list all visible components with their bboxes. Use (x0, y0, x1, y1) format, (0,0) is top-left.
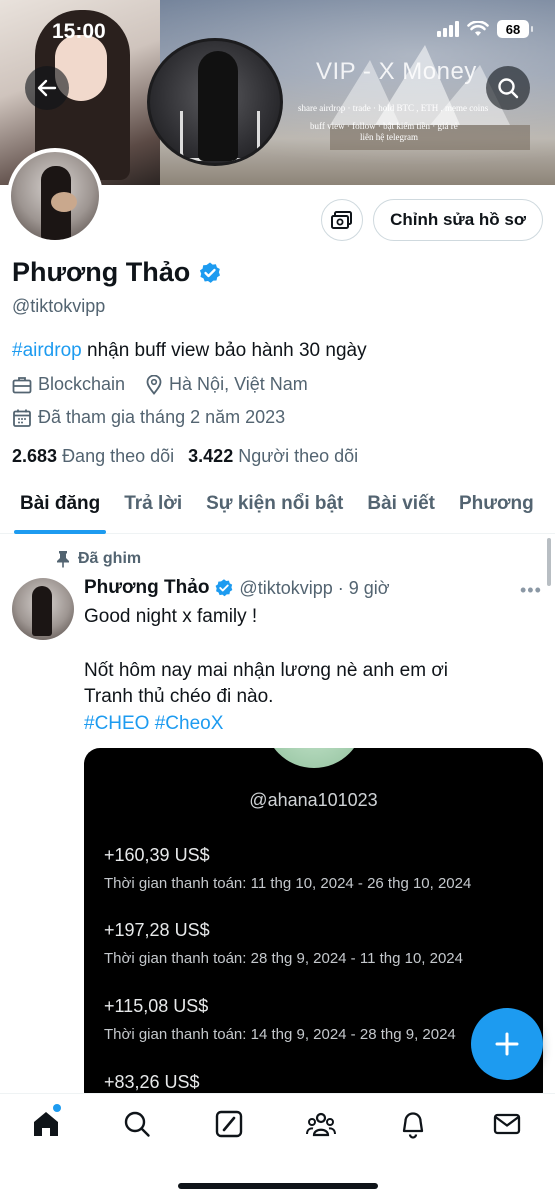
briefcase-icon (12, 376, 32, 393)
status-time: 15:00 (52, 20, 106, 43)
verified-badge-icon (216, 579, 233, 597)
banner-line-2: buff view · follow · bật kiếm tiền · giá… (310, 121, 458, 131)
wifi-icon (467, 21, 489, 36)
scrollbar[interactable] (547, 538, 551, 586)
payment-amount: +197,28 US$ (104, 920, 210, 940)
followers-link[interactable]: 3.422 Người theo dõi (188, 446, 358, 467)
profile-handle: @tiktokvipp (12, 296, 106, 316)
banner-line-1: share airdrop · trade · hold BTC , ETH ,… (298, 103, 489, 113)
post-avatar[interactable] (12, 578, 74, 640)
media-avatar-fragment (264, 748, 364, 768)
profile-tabs: Bài đăng Trả lời Sự kiện nổi bật Bài viế… (0, 480, 555, 534)
payment-period: Thời gian thanh toán: 14 thg 9, 2024 - 2… (104, 1026, 456, 1043)
following-label: Đang theo dõi (62, 446, 175, 466)
payment-amount: +83,26 US$ (104, 1072, 200, 1092)
status-icons: 68 (437, 20, 533, 38)
follow-stats: 2.683 Đang theo dõi 3.422 Người theo dõi (12, 446, 358, 467)
payment-amount: +160,39 US$ (104, 845, 210, 865)
location-item: Hà Nội, Việt Nam (145, 374, 308, 395)
profile-name: Phương Thảo (12, 257, 191, 287)
following-link[interactable]: 2.683 Đang theo dõi (12, 446, 174, 467)
grok-icon (215, 1110, 243, 1138)
search-button[interactable] (486, 66, 530, 110)
search-icon (498, 78, 519, 99)
media-handle: @ahana101023 (249, 790, 378, 810)
cellular-signal-icon (437, 21, 459, 37)
tab-media[interactable]: Phương (447, 480, 546, 534)
followers-count: 3.422 (188, 446, 234, 466)
post-text-line-2: Nốt hôm nay mai nhận lương nè anh em ơi (84, 660, 448, 681)
communities-icon (306, 1112, 336, 1137)
location-pin-icon (146, 374, 162, 395)
search-icon (124, 1111, 150, 1137)
home-icon (34, 1112, 58, 1136)
payment-amount: +115,08 US$ (104, 996, 209, 1016)
nav-home[interactable] (30, 1108, 62, 1140)
tab-highlights[interactable]: Sự kiện nổi bật (194, 480, 355, 534)
money-button[interactable] (321, 199, 363, 241)
banner-photo-circle (147, 38, 283, 166)
messages-icon (493, 1113, 521, 1135)
compose-button[interactable] (471, 1008, 543, 1080)
location-label: Hà Nội, Việt Nam (169, 374, 308, 394)
home-indicator[interactable] (178, 1183, 378, 1189)
post-time[interactable]: · 9 giờ (338, 578, 390, 599)
calendar-icon (13, 409, 31, 427)
nav-search[interactable] (121, 1108, 153, 1140)
pinned-label-row: Đã ghim (56, 550, 141, 568)
back-button[interactable] (25, 66, 69, 110)
tab-posts[interactable]: Bài đăng (0, 480, 112, 534)
edit-profile-button[interactable]: Chỉnh sửa hồ sơ (373, 199, 543, 241)
bio-hashtag-link[interactable]: #airdrop (12, 340, 82, 361)
tab-replies[interactable]: Trả lời (112, 480, 194, 534)
payment-period: Thời gian thanh toán: 11 thg 10, 2024 - … (104, 875, 472, 892)
category-label: Blockchain (38, 374, 126, 394)
post-text-line-1: Good night x family ! (84, 606, 258, 627)
payment-entry: +160,39 US$ Thời gian thanh toán: 11 thg… (104, 845, 471, 892)
name-row: Phương Thảo (12, 257, 222, 288)
nav-grok[interactable] (213, 1108, 245, 1140)
verified-badge-icon (200, 262, 221, 283)
nav-messages[interactable] (491, 1108, 523, 1140)
post-hashtags[interactable]: #CHEO #CheoX (84, 713, 223, 735)
payment-period: Thời gian thanh toán: 28 thg 9, 2024 - 1… (104, 950, 463, 967)
followers-label: Người theo dõi (238, 446, 359, 466)
payment-entry: +115,08 US$ Thời gian thanh toán: 14 thg… (104, 996, 456, 1043)
nav-notifications[interactable] (397, 1108, 429, 1140)
back-arrow-icon (37, 79, 57, 97)
money-icon (331, 211, 352, 229)
home-notification-dot (53, 1104, 61, 1112)
joined-row: Đã tham gia tháng 2 năm 2023 (12, 407, 285, 428)
category-item: Blockchain (12, 374, 125, 395)
post-text-line-3: Tranh thủ chéo đi nào. (84, 686, 274, 707)
pinned-label: Đã ghim (78, 550, 142, 567)
tab-articles[interactable]: Bài viết (355, 480, 447, 534)
profile-meta: Blockchain Hà Nội, Việt Nam (12, 374, 322, 395)
bio-text: nhận buff view bảo hành 30 ngày (81, 340, 367, 361)
banner-title: VIP - X Money (316, 58, 477, 85)
notifications-icon (402, 1112, 424, 1139)
post-author-handle[interactable]: @tiktokvipp (239, 578, 332, 599)
joined-label: Đã tham gia tháng 2 năm 2023 (38, 407, 286, 427)
battery-icon: 68 (497, 20, 533, 38)
profile-avatar[interactable] (7, 148, 103, 244)
pin-icon (57, 551, 69, 568)
plus-icon (495, 1032, 519, 1056)
post-header: Phương Thảo @tiktokvipp · 9 giờ (84, 577, 390, 599)
banner-line-3: liên hệ telegram (360, 132, 418, 142)
post-author-name[interactable]: Phương Thảo (84, 577, 209, 599)
following-count: 2.683 (12, 446, 58, 466)
nav-communities[interactable] (305, 1108, 337, 1140)
profile-bio: #airdrop nhận buff view bảo hành 30 ngày (12, 340, 367, 362)
payment-entry: +197,28 US$ Thời gian thanh toán: 28 thg… (104, 920, 463, 967)
more-options-icon[interactable]: ••• (520, 580, 542, 601)
